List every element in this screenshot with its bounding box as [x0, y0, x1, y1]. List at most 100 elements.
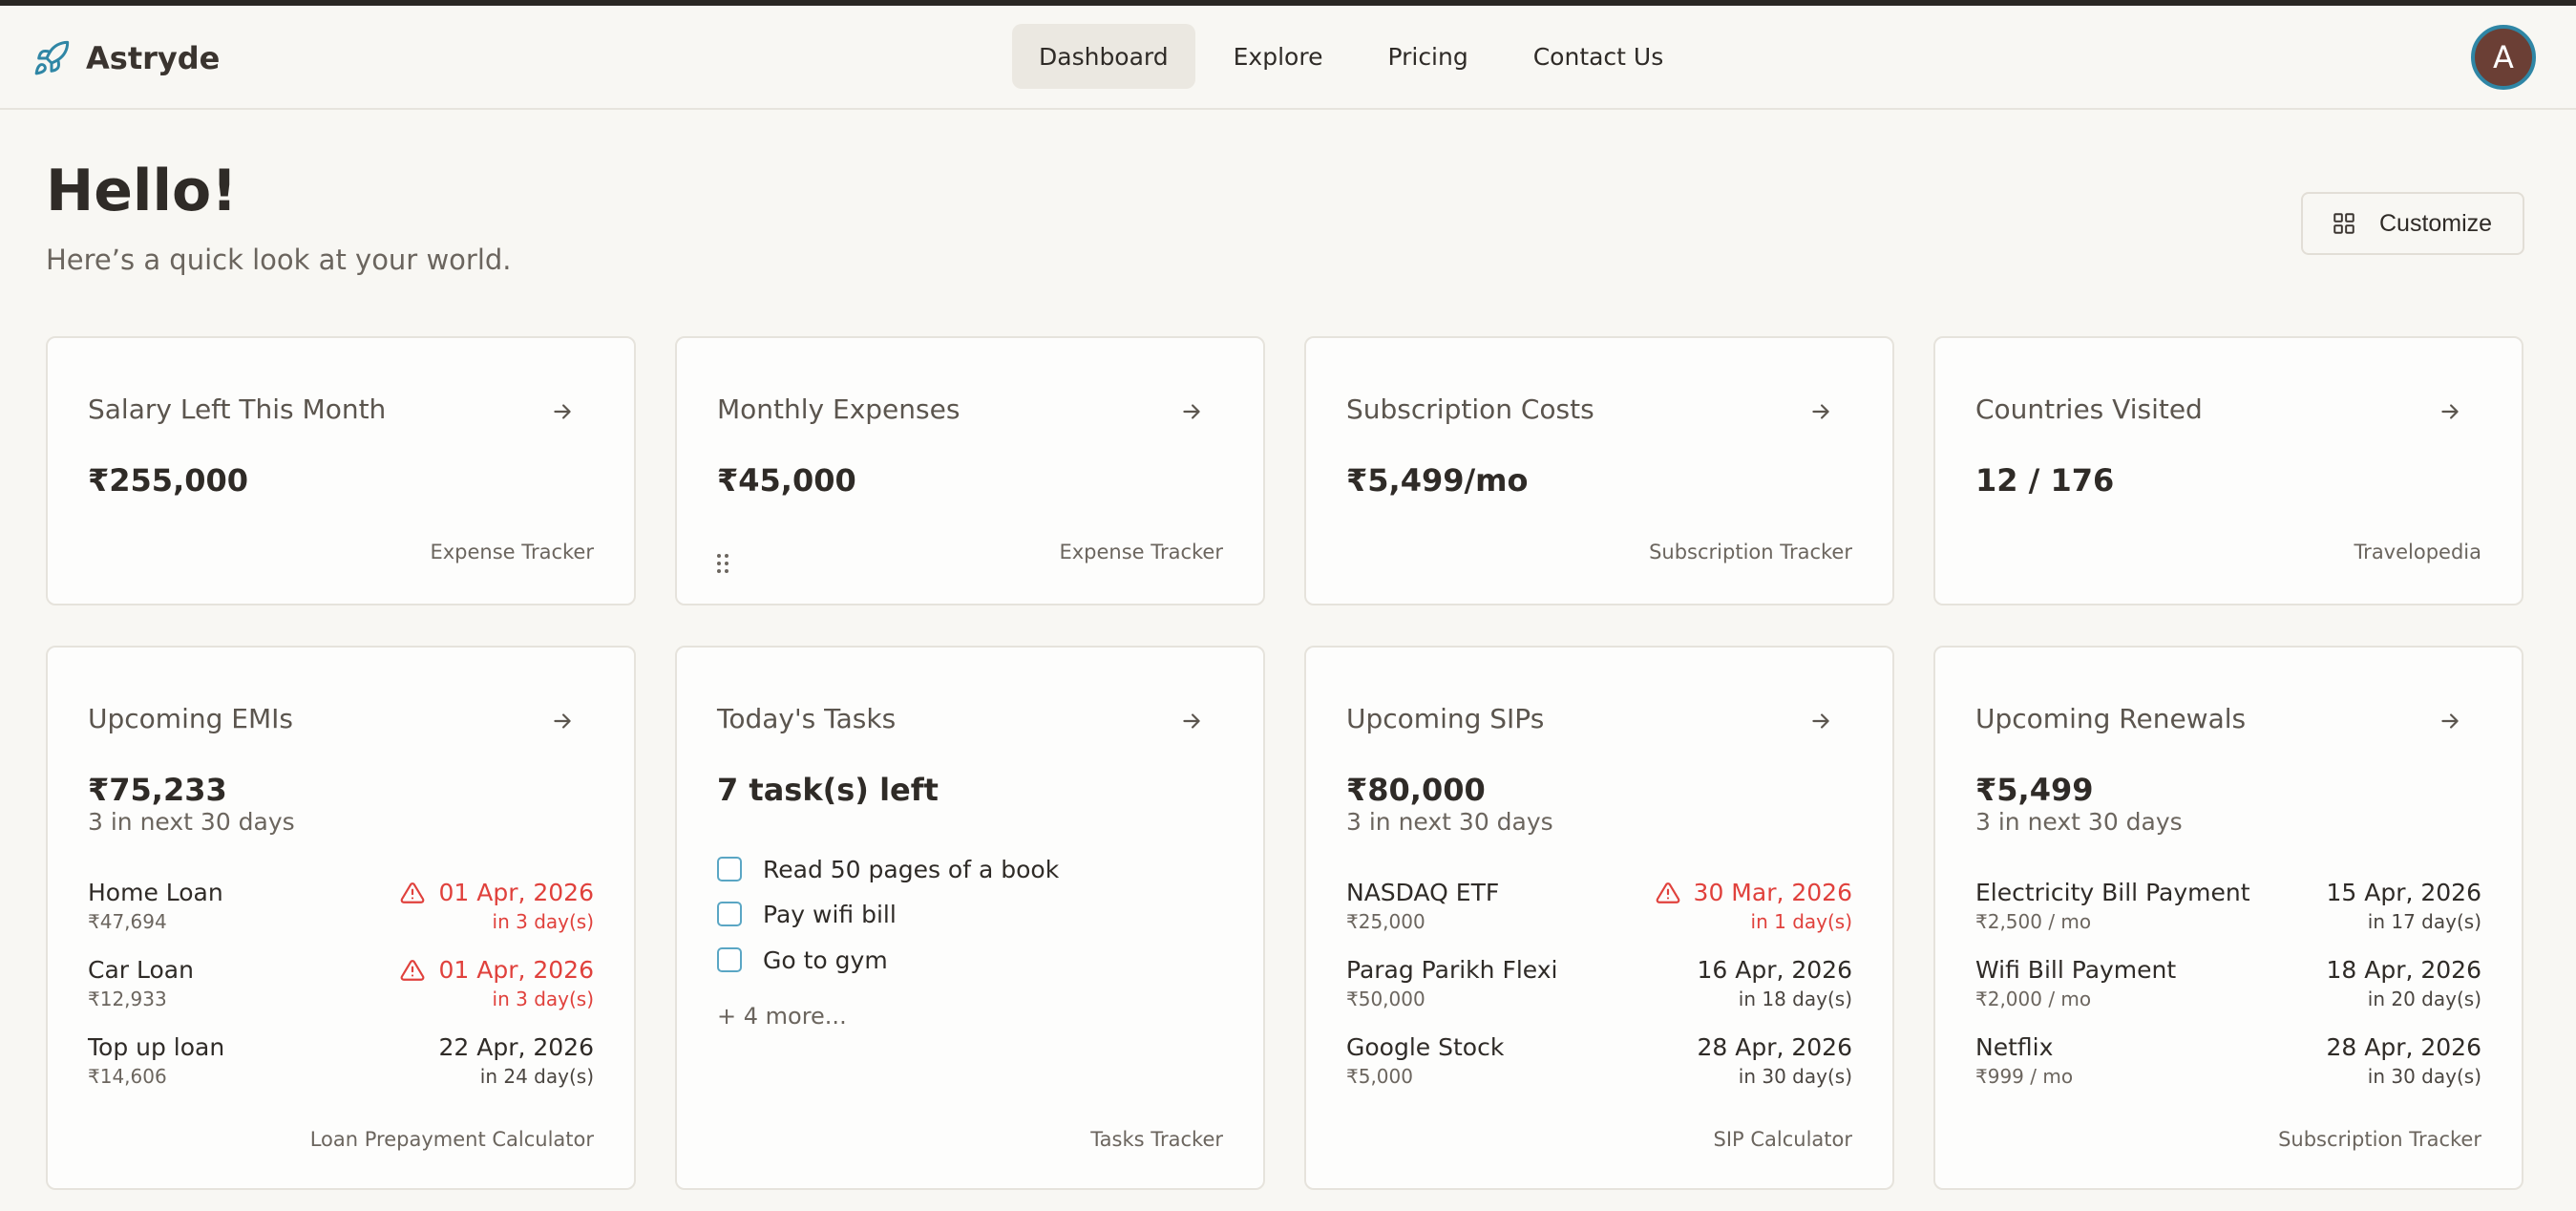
task-label: Read 50 pages of a book: [763, 855, 1060, 883]
card-summary: 3 in next 30 days: [88, 808, 295, 836]
card-source-link[interactable]: Subscription Tracker: [1649, 541, 1852, 563]
date-text: 15 Apr, 2026: [2326, 879, 2481, 906]
date-text: 22 Apr, 2026: [438, 1033, 594, 1061]
card-source-link[interactable]: Subscription Tracker: [2278, 1128, 2481, 1151]
task-item[interactable]: Read 50 pages of a book: [717, 855, 1059, 883]
item-amount: ₹5,000: [1346, 1065, 1413, 1088]
more-tasks-link[interactable]: + 4 more...: [717, 1003, 847, 1030]
list-item: Wifi Bill Payment ₹2,000 / mo 18 Apr, 20…: [1975, 956, 2481, 1013]
card-monthly-expenses[interactable]: Monthly Expenses ₹45,000 Expense Tracker: [675, 336, 1265, 606]
card-subscription-costs[interactable]: Subscription Costs ₹5,499/mo Subscriptio…: [1304, 336, 1894, 606]
item-date: 01 Apr, 2026: [400, 956, 594, 984]
item-amount: ₹2,500 / mo: [1975, 910, 2092, 933]
item-amount: ₹2,000 / mo: [1975, 988, 2092, 1010]
item-date: 18 Apr, 2026: [2326, 956, 2481, 984]
card-value: ₹5,499: [1975, 772, 2094, 808]
date-text: 18 Apr, 2026: [2326, 956, 2481, 984]
item-name: Car Loan: [88, 956, 194, 984]
drag-handle-icon[interactable]: [715, 552, 730, 575]
item-amount: ₹12,933: [88, 988, 167, 1010]
card-salary-left[interactable]: Salary Left This Month ₹255,000 Expense …: [46, 336, 636, 606]
main-nav: Dashboard Explore Pricing Contact Us: [1012, 24, 1690, 89]
item-amount: ₹14,606: [88, 1065, 167, 1088]
item-due: in 20 day(s): [2367, 988, 2481, 1010]
arrow-right-icon[interactable]: [550, 709, 575, 733]
card-source-link[interactable]: Expense Tracker: [1059, 541, 1223, 563]
item-date: 15 Apr, 2026: [2326, 879, 2481, 906]
task-checkbox[interactable]: [717, 857, 742, 882]
card-source-link[interactable]: Tasks Tracker: [1090, 1128, 1223, 1151]
card-title: Monthly Expenses: [717, 393, 961, 425]
arrow-right-icon[interactable]: [2438, 399, 2462, 424]
card-title: Today's Tasks: [717, 703, 897, 734]
list-item: Top up loan ₹14,606 22 Apr, 2026 in 24 d…: [88, 1033, 594, 1091]
list-item: Electricity Bill Payment ₹2,500 / mo 15 …: [1975, 879, 2481, 936]
item-amount: ₹50,000: [1346, 988, 1425, 1010]
item-due: in 30 day(s): [1738, 1065, 1852, 1088]
item-amount: ₹999 / mo: [1975, 1065, 2074, 1088]
card-title: Countries Visited: [1975, 393, 2203, 425]
grid-icon: [2333, 213, 2354, 234]
task-checkbox[interactable]: [717, 947, 742, 972]
item-name: Google Stock: [1346, 1033, 1505, 1061]
customize-button[interactable]: Customize: [2301, 192, 2524, 255]
card-upcoming-renewals[interactable]: Upcoming Renewals ₹5,499 3 in next 30 da…: [1933, 646, 2523, 1190]
card-value: 7 task(s) left: [717, 772, 939, 808]
card-value: 12 / 176: [1975, 462, 2115, 499]
rocket-icon: [34, 40, 70, 75]
item-due: in 1 day(s): [1750, 910, 1852, 933]
arrow-right-icon[interactable]: [1179, 709, 1204, 733]
arrow-right-icon[interactable]: [550, 399, 575, 424]
arrow-right-icon[interactable]: [1179, 399, 1204, 424]
date-text: 16 Apr, 2026: [1697, 956, 1852, 984]
card-summary: 3 in next 30 days: [1346, 808, 1553, 836]
list-item: Netflix ₹999 / mo 28 Apr, 2026 in 30 day…: [1975, 1033, 2481, 1091]
card-value: ₹5,499/mo: [1346, 462, 1529, 499]
card-upcoming-sips[interactable]: Upcoming SIPs ₹80,000 3 in next 30 days …: [1304, 646, 1894, 1190]
arrow-right-icon[interactable]: [2438, 709, 2462, 733]
date-text: 01 Apr, 2026: [438, 956, 594, 984]
item-date: 16 Apr, 2026: [1697, 956, 1852, 984]
card-value: ₹45,000: [717, 462, 856, 499]
warning-icon: [401, 882, 425, 903]
task-item[interactable]: Pay wifi bill: [717, 900, 897, 928]
nav-pricing[interactable]: Pricing: [1361, 24, 1494, 89]
list-item: Car Loan ₹12,933 01 Apr, 2026 in 3 day(s…: [88, 956, 594, 1013]
top-navigation: Astryde Dashboard Explore Pricing Contac…: [0, 6, 2576, 110]
item-due: in 24 day(s): [479, 1065, 594, 1088]
card-source-link[interactable]: Loan Prepayment Calculator: [310, 1128, 594, 1151]
card-source-link[interactable]: Travelopedia: [2354, 541, 2481, 563]
card-source-link[interactable]: Expense Tracker: [430, 541, 594, 563]
task-item[interactable]: Go to gym: [717, 945, 888, 974]
task-checkbox[interactable]: [717, 902, 742, 926]
card-source-link[interactable]: SIP Calculator: [1713, 1128, 1852, 1151]
list-item: NASDAQ ETF ₹25,000 30 Mar, 2026 in 1 day…: [1346, 879, 1852, 936]
list-item: Home Loan ₹47,694 01 Apr, 2026 in 3 day(…: [88, 879, 594, 936]
nav-contact-us[interactable]: Contact Us: [1507, 24, 1691, 89]
nav-explore[interactable]: Explore: [1207, 24, 1350, 89]
card-title: Subscription Costs: [1346, 393, 1594, 425]
item-due: in 30 day(s): [2367, 1065, 2481, 1088]
warning-icon: [401, 959, 425, 981]
brand-name: Astryde: [86, 40, 221, 76]
item-due: in 3 day(s): [492, 988, 594, 1010]
card-value: ₹75,233: [88, 772, 227, 808]
date-text: 28 Apr, 2026: [1697, 1033, 1852, 1061]
warning-icon: [1656, 882, 1679, 903]
nav-dashboard[interactable]: Dashboard: [1012, 24, 1195, 89]
arrow-right-icon[interactable]: [1808, 709, 1833, 733]
card-countries-visited[interactable]: Countries Visited 12 / 176 Travelopedia: [1933, 336, 2523, 606]
item-name: Parag Parikh Flexi: [1346, 956, 1558, 984]
item-due: in 3 day(s): [492, 910, 594, 933]
brand-logo-link[interactable]: Astryde: [32, 35, 220, 81]
item-name: Home Loan: [88, 879, 223, 906]
card-title: Upcoming SIPs: [1346, 703, 1545, 734]
arrow-right-icon[interactable]: [1808, 399, 1833, 424]
date-text: 30 Mar, 2026: [1693, 879, 1852, 906]
item-date: 01 Apr, 2026: [400, 879, 594, 906]
card-title: Upcoming EMIs: [88, 703, 293, 734]
item-name: Netflix: [1975, 1033, 2054, 1061]
user-avatar[interactable]: A: [2471, 25, 2536, 90]
card-upcoming-emis[interactable]: Upcoming EMIs ₹75,233 3 in next 30 days …: [46, 646, 636, 1190]
card-todays-tasks[interactable]: Today's Tasks 7 task(s) left Read 50 pag…: [675, 646, 1265, 1190]
